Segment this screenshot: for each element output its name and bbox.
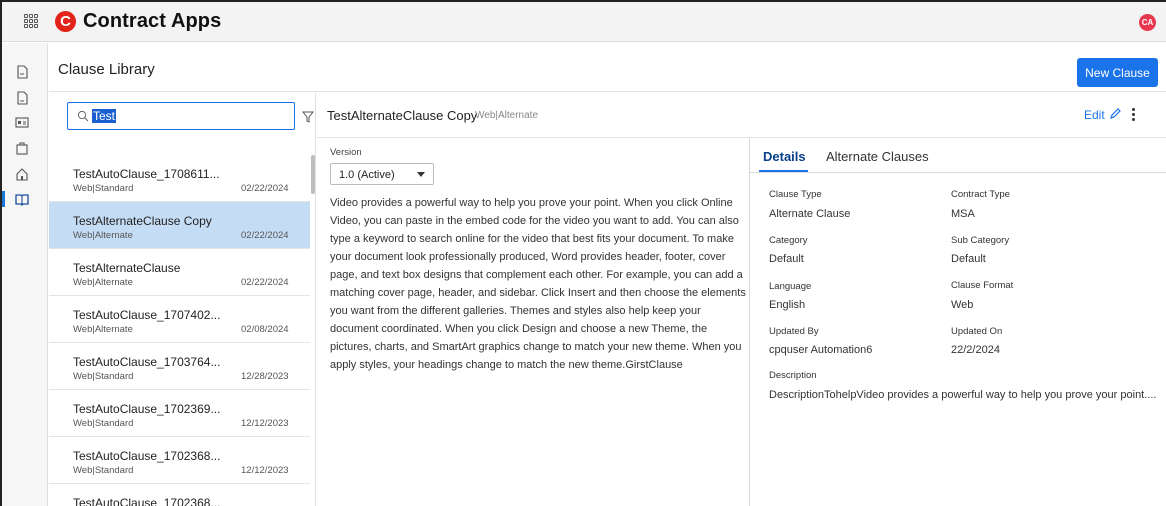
clause-detail-panel: TestAlternateClause Copy Web|Alternate E… bbox=[317, 93, 1166, 506]
panel-divider bbox=[749, 138, 750, 506]
list-item[interactable]: TestAutoClause_1703764... Web|Standard 1… bbox=[49, 343, 310, 390]
updated-on-value: 22/2/2024 bbox=[951, 344, 1000, 356]
clause-title: TestAutoClause_1702368... bbox=[73, 496, 221, 506]
more-options-icon[interactable] bbox=[1132, 108, 1136, 121]
clause-meta: Web|Alternate bbox=[475, 110, 539, 121]
tab-details[interactable]: Details bbox=[763, 149, 806, 164]
clause-title: TestAlternateClause bbox=[73, 261, 181, 275]
search-icon bbox=[77, 110, 89, 122]
active-indicator bbox=[2, 191, 5, 207]
clause-date: 12/28/2023 bbox=[241, 371, 289, 382]
divider bbox=[750, 172, 1166, 173]
divider bbox=[317, 137, 1166, 138]
clause-title: TestAutoClause_1708611... bbox=[73, 167, 220, 181]
tab-alternate-clauses[interactable]: Alternate Clauses bbox=[826, 149, 929, 164]
clause-format: Web|Standard bbox=[73, 465, 134, 476]
list-item-selected[interactable]: TestAlternateClause Copy Web|Alternate 0… bbox=[49, 202, 310, 249]
updated-by-value: cpquser Automation6 bbox=[769, 344, 873, 356]
filter-icon[interactable] bbox=[302, 111, 314, 123]
list-item[interactable]: TestAlternateClause Web|Alternate 02/22/… bbox=[49, 249, 310, 296]
clause-format: Web|Alternate bbox=[73, 324, 133, 335]
clause-format: Web|Standard bbox=[73, 418, 134, 429]
clause-title: TestAutoClause_1707402... bbox=[73, 308, 221, 322]
clause-date: 02/22/2024 bbox=[241, 230, 289, 241]
new-clause-button[interactable]: New Clause bbox=[1077, 58, 1158, 87]
clause-format: Web|Standard bbox=[73, 371, 134, 382]
edit-button[interactable]: Edit bbox=[1084, 108, 1105, 122]
list-item[interactable]: TestAutoClause_1702369... Web|Standard 1… bbox=[49, 390, 310, 437]
language-value: English bbox=[769, 299, 806, 311]
sub-category-label: Sub Category bbox=[951, 235, 1010, 246]
clause-format: Web|Alternate bbox=[73, 230, 133, 241]
clause-date: 02/22/2024 bbox=[241, 183, 289, 194]
clause-name: TestAlternateClause Copy bbox=[327, 108, 478, 123]
list-item[interactable]: TestAutoClause_1702368... bbox=[49, 484, 310, 506]
apps-grid-icon[interactable] bbox=[24, 14, 38, 28]
contract-type-label: Contract Type bbox=[951, 189, 1010, 200]
clause-title: TestAutoClause_1702368... bbox=[73, 449, 221, 463]
clause-body-text: Video provides a powerful way to help yo… bbox=[330, 197, 746, 371]
updated-on-label: Updated On bbox=[951, 326, 1003, 337]
clause-date: 12/12/2023 bbox=[241, 418, 289, 429]
version-label: Version bbox=[330, 147, 362, 158]
library-icon[interactable] bbox=[15, 192, 29, 206]
app-title: Contract Apps bbox=[83, 10, 222, 32]
description-label: Description bbox=[769, 370, 817, 381]
clause-format-label: Clause Format bbox=[951, 280, 1014, 291]
document-icon[interactable] bbox=[15, 65, 29, 79]
contract-type-value: MSA bbox=[951, 208, 975, 220]
clause-title: TestAlternateClause Copy bbox=[73, 214, 212, 228]
briefcase-icon[interactable] bbox=[15, 141, 29, 155]
clause-list-panel: Test TestAutoClause_1708611... Web|Stand… bbox=[49, 93, 316, 506]
search-input[interactable]: Test bbox=[67, 102, 295, 130]
left-nav-rail bbox=[2, 43, 48, 506]
page-title: Clause Library bbox=[58, 61, 155, 78]
category-value: Default bbox=[769, 253, 804, 265]
clause-type-label: Clause Type bbox=[769, 189, 822, 200]
list-item[interactable]: TestAutoClause_1708611... Web|Standard 0… bbox=[49, 155, 310, 202]
id-card-icon[interactable] bbox=[15, 115, 29, 129]
clause-type-value: Alternate Clause bbox=[769, 208, 851, 220]
list-item[interactable]: TestAutoClause_1707402... Web|Alternate … bbox=[49, 296, 310, 343]
clause-format: Web|Standard bbox=[73, 183, 134, 194]
document-icon[interactable] bbox=[15, 91, 29, 105]
version-value: 1.0 (Active) bbox=[339, 169, 395, 181]
user-avatar[interactable]: CA bbox=[1139, 14, 1156, 31]
search-value[interactable]: Test bbox=[92, 109, 117, 123]
description-value: DescriptionTohelpVideo provides a powerf… bbox=[769, 389, 1157, 401]
clause-title: TestAutoClause_1703764... bbox=[73, 355, 221, 369]
pencil-icon[interactable] bbox=[1110, 108, 1121, 119]
caret-down-icon bbox=[417, 172, 425, 177]
clause-date: 02/08/2024 bbox=[241, 324, 289, 335]
clause-format: Web|Alternate bbox=[73, 277, 133, 288]
sub-category-value: Default bbox=[951, 253, 986, 265]
clause-title: TestAutoClause_1702369... bbox=[73, 402, 221, 416]
clause-format-value: Web bbox=[951, 299, 974, 311]
clause-date: 12/12/2023 bbox=[241, 465, 289, 476]
list-item[interactable]: TestAutoClause_1702368... Web|Standard 1… bbox=[49, 437, 310, 484]
app-logo: C bbox=[55, 11, 76, 32]
top-bar: C Contract Apps CA bbox=[2, 2, 1166, 42]
version-select[interactable]: 1.0 (Active) bbox=[330, 163, 434, 185]
updated-by-label: Updated By bbox=[769, 326, 819, 337]
language-label: Language bbox=[769, 281, 812, 292]
list-scrollbar[interactable] bbox=[311, 155, 315, 194]
home-icon[interactable] bbox=[15, 167, 29, 181]
clause-date: 02/22/2024 bbox=[241, 277, 289, 288]
category-label: Category bbox=[769, 235, 808, 246]
page-header: Clause Library New Clause bbox=[49, 43, 1166, 92]
